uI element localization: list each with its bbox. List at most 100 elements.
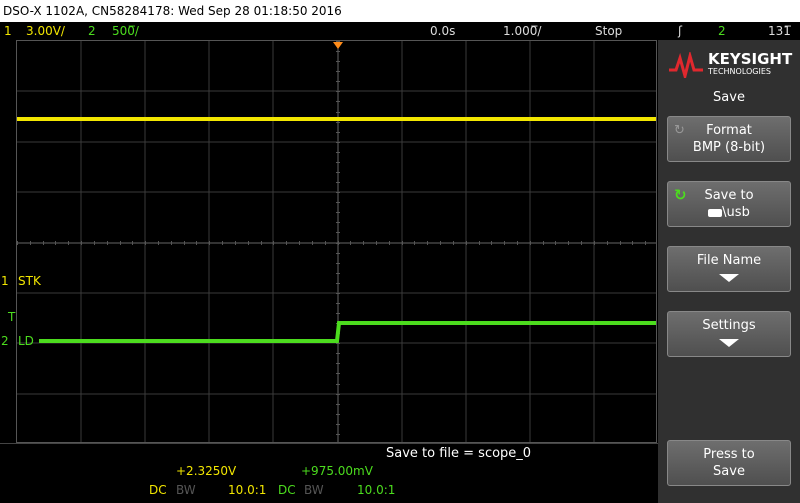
grid-tick	[402, 241, 403, 245]
trigger-edge-icon: ʃ	[678, 24, 683, 38]
grid-tick	[273, 241, 274, 245]
grid-tick	[479, 241, 480, 245]
time-offset[interactable]: 0.0s	[430, 22, 455, 40]
grid-tick	[336, 192, 340, 193]
grid-tick	[196, 241, 197, 245]
grid-tick	[517, 241, 518, 245]
grid-tick	[376, 241, 377, 245]
grid-tick	[171, 241, 172, 245]
ch2-label: LD	[18, 334, 34, 348]
ch1-bw-limit: BW	[176, 483, 196, 497]
ch1-number[interactable]: 1	[4, 22, 12, 40]
grid-tick	[336, 404, 340, 405]
keysight-wave-icon	[669, 52, 703, 78]
grid-tick	[336, 273, 340, 274]
press-to-save-line1: Press to	[703, 447, 755, 462]
grid-tick	[261, 241, 262, 245]
ch2-number[interactable]: 2	[88, 22, 96, 40]
grid-tick	[336, 152, 340, 153]
grid-tick	[107, 241, 108, 245]
ch2-coupling: DC	[278, 483, 296, 497]
run-state[interactable]: Stop	[595, 22, 622, 40]
grid-tick	[581, 241, 582, 245]
trigger-channel[interactable]: 2	[718, 22, 726, 40]
grid-tick	[504, 241, 505, 245]
ch1-ground-marker[interactable]: 1	[1, 274, 9, 288]
press-to-save-softkey[interactable]: Press to Save	[667, 440, 791, 486]
file-name-softkey[interactable]: File Name	[667, 246, 791, 292]
ch1-scale[interactable]: 3.00V/	[26, 22, 65, 40]
grid-tick	[336, 182, 340, 183]
grid-tick	[336, 313, 340, 314]
grid-tick	[427, 241, 428, 245]
grid-tick	[312, 241, 313, 245]
settings-softkey[interactable]: Settings	[667, 311, 791, 357]
grid-tick	[336, 394, 340, 395]
file-name-label: File Name	[696, 253, 762, 268]
rotate-knob-icon: ↻	[674, 123, 685, 138]
grid-tick	[336, 112, 340, 113]
grid-tick	[336, 414, 340, 415]
trigger-level-marker[interactable]: T	[8, 310, 15, 324]
ch1-label: STK	[18, 274, 41, 288]
grid-tick	[30, 241, 31, 245]
grid-tick	[336, 303, 340, 304]
grid-tick	[336, 293, 340, 294]
grid-tick	[336, 243, 340, 244]
grid-tick	[336, 101, 340, 102]
ch2-scale[interactable]: 500̅/	[112, 22, 139, 40]
grid-tick	[17, 241, 18, 245]
grid-tick	[132, 241, 133, 245]
grid-tick	[466, 241, 467, 245]
format-label: Format	[706, 123, 752, 138]
grid-tick	[632, 241, 633, 245]
grid-tick	[336, 424, 340, 425]
save-to-softkey[interactable]: ↻ Save to \usb	[667, 181, 791, 227]
grid-tick	[453, 241, 454, 245]
window-title: DSO-X 1102A, CN58284178: Wed Sep 28 01:1…	[0, 0, 800, 22]
measurement-bar: +2.3250V +975.00mV DC BW 10.0:1 DC BW 10…	[0, 463, 658, 503]
keysight-logo: KEYSIGHT TECHNOLOGIES	[668, 50, 794, 80]
grid-tick	[620, 241, 621, 245]
grid-tick	[158, 241, 159, 245]
ch2-measurement: +975.00mV	[301, 464, 373, 478]
grid-tick	[325, 241, 326, 245]
grid-tick	[209, 241, 210, 245]
grid-tick	[336, 263, 340, 264]
waveform-graticule[interactable]	[16, 40, 657, 443]
timebase[interactable]: 1.000̅/	[503, 22, 541, 40]
ch1-measurement: +2.3250V	[176, 464, 237, 478]
grid-tick	[491, 241, 492, 245]
press-to-save-line2: Save	[713, 464, 745, 479]
ch1-coupling: DC	[149, 483, 167, 497]
grid-tick	[299, 241, 300, 245]
ch2-bw-limit: BW	[304, 483, 324, 497]
grid-tick	[336, 51, 340, 52]
grid-tick	[607, 241, 608, 245]
grid-tick	[55, 241, 56, 245]
grid-tick	[120, 241, 121, 245]
ch1-probe: 10.0:1	[228, 483, 267, 497]
grid-tick	[336, 283, 340, 284]
grid-tick	[286, 241, 287, 245]
grid-tick	[594, 241, 595, 245]
grid-tick	[336, 384, 340, 385]
format-softkey[interactable]: ↻ Format BMP (8-bit)	[667, 116, 791, 162]
grid-tick	[336, 122, 340, 123]
trigger-level[interactable]: 131̅	[768, 22, 791, 40]
grid-tick	[336, 343, 340, 344]
grid-tick	[440, 241, 441, 245]
message-bar: Save to file = scope_0	[0, 443, 658, 464]
grid-tick	[336, 373, 340, 374]
trigger-position-marker	[333, 42, 343, 49]
grid-tick	[336, 202, 340, 203]
grid-tick	[336, 71, 340, 72]
ch2-waveform	[39, 321, 656, 343]
grid-tick	[222, 241, 223, 245]
entry-knob-icon: ↻	[674, 186, 687, 204]
grid-tick	[248, 241, 249, 245]
graticule-svg	[17, 41, 656, 442]
grid-tick	[530, 241, 531, 245]
ch2-ground-marker[interactable]: 2	[1, 334, 9, 348]
grid-tick	[336, 434, 340, 435]
